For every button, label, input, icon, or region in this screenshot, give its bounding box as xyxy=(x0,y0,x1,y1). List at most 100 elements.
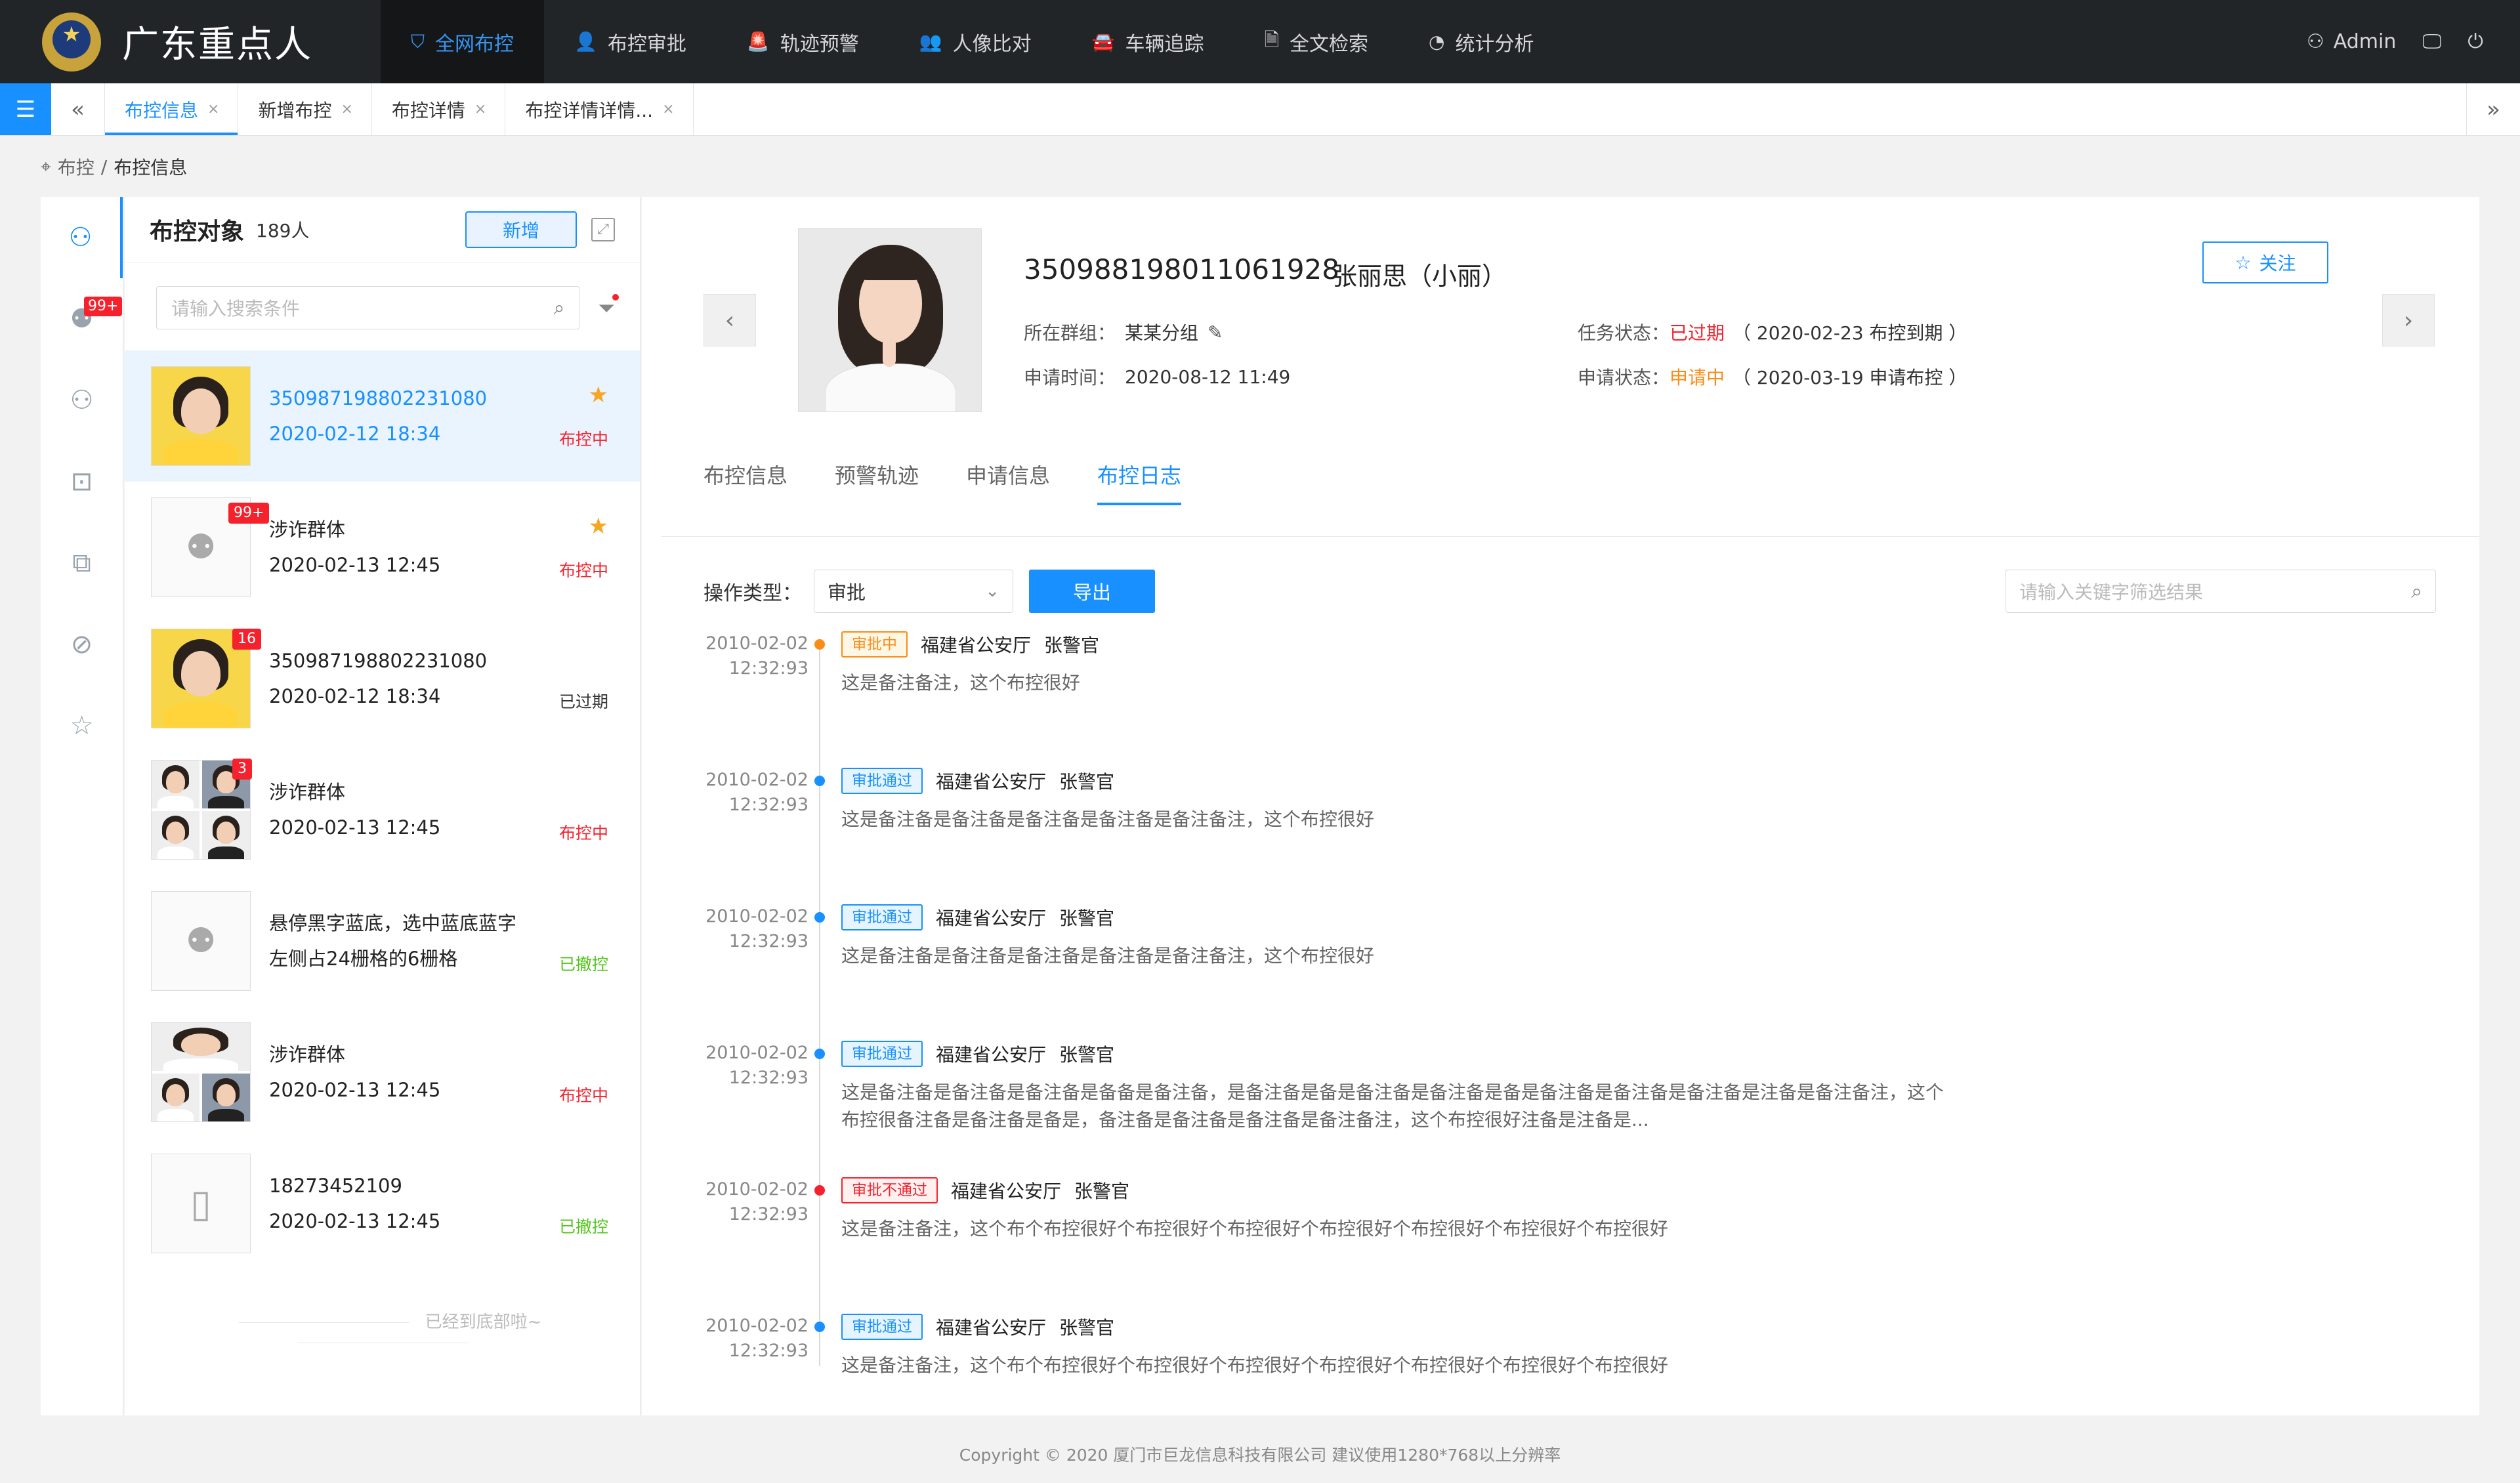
rail-item-group[interactable]: ⚉ 99+ xyxy=(41,278,123,360)
group-field: 所在群组： 某某分组 ✎ xyxy=(1024,319,1223,345)
power-icon[interactable]: ⏻ xyxy=(2468,30,2483,53)
avatar-group xyxy=(151,1022,251,1122)
tab-label: 布控详情详情... xyxy=(525,99,654,121)
tab-control-info[interactable]: 布控信息 xyxy=(704,459,788,505)
rail-item-person-star[interactable]: ⚇ xyxy=(41,360,123,441)
tab-label: 布控详情 xyxy=(391,99,465,121)
main-nav: ⛉ 全网布控 👤 布控审批 🚨 轨迹预警 👥 人像比对 🚘 车辆追踪 🗎 全文检… xyxy=(381,0,1564,83)
nav-item-track-alert[interactable]: 🚨 轨迹预警 xyxy=(717,0,889,83)
count-badge: 3 xyxy=(232,759,252,780)
list-search-input[interactable]: 请输入搜索条件 ⌕ xyxy=(156,286,580,329)
tab-control-info[interactable]: 布控信息 × xyxy=(105,83,239,135)
nav-item-label: 布控审批 xyxy=(607,32,686,56)
nav-item-approval[interactable]: 👤 布控审批 xyxy=(544,0,717,83)
breadcrumb-parent[interactable]: 布控 xyxy=(58,154,94,180)
tab-new-control[interactable]: 新增布控 × xyxy=(238,83,372,135)
operation-type-select[interactable]: 审批 ⌄ xyxy=(814,570,1013,613)
nav-item-vehicle-track[interactable]: 🚘 车辆追踪 xyxy=(1062,0,1234,83)
rail-item-blocked[interactable]: ⊘ xyxy=(41,604,123,685)
prev-arrow-icon[interactable]: ‹ xyxy=(704,294,756,346)
filter-icon[interactable]: ⏷ xyxy=(598,293,619,321)
status-tag: 审批通过 xyxy=(841,1314,923,1340)
export-button[interactable]: 导出 xyxy=(1029,570,1155,613)
list-header: 布控对象 189人 新增 ⤢ xyxy=(125,197,640,262)
person-icon: ⚇ xyxy=(68,222,93,253)
tab-control-detail[interactable]: 布控详情 × xyxy=(372,83,506,135)
control-target-list-panel: 布控对象 189人 新增 ⤢ 请输入搜索条件 ⌕ ⏷ 3509871988022… xyxy=(125,197,640,1415)
chevron-down-icon: ⌄ xyxy=(985,581,999,601)
list-item[interactable]: 16 350987198802231080 2020-02-12 18:34 已… xyxy=(125,613,640,744)
nav-item-network-control[interactable]: ⛉ 全网布控 xyxy=(381,0,545,83)
monitor-icon[interactable]: 🖵 xyxy=(2422,30,2441,53)
count-badge: 99+ xyxy=(228,503,270,524)
rail-item-person[interactable]: ⚇ xyxy=(41,197,123,278)
tab-control-log[interactable]: 布控日志 xyxy=(1097,459,1182,505)
menu-toggle-button[interactable]: ☰ xyxy=(0,83,51,135)
keyword-search-input[interactable]: 请输入关键字筛选结果 ⌕ xyxy=(2006,570,2436,613)
presentation-icon: ⊡ xyxy=(70,467,93,497)
close-icon[interactable]: × xyxy=(341,101,352,117)
brand[interactable]: 广东重点人 xyxy=(0,0,381,83)
status-badge: 布控中 xyxy=(558,430,608,449)
timeline-dot xyxy=(814,1185,825,1196)
avatar xyxy=(151,366,251,466)
next-arrow-icon[interactable]: › xyxy=(2382,294,2435,346)
app-title: 广东重点人 xyxy=(122,24,312,66)
list-item[interactable]: 3 涉诈群体 2020-02-13 12:45 布控中 xyxy=(125,744,640,875)
list-item[interactable]: ⚉ 99+ 涉诈群体 2020-02-13 12:45 ★ 布控中 xyxy=(125,482,640,613)
rail-item-monitor[interactable]: ⊡ xyxy=(41,441,123,522)
close-icon[interactable]: × xyxy=(662,101,674,117)
entry-org: 福建省公安厅 xyxy=(936,908,1047,929)
tab-apply-info[interactable]: 申请信息 xyxy=(966,459,1050,505)
list-item[interactable]: ▯ 18273452109 2020-02-13 12:45 已撤控 xyxy=(125,1138,640,1269)
list-item[interactable]: ⚉ 悬停黑字蓝底，选中蓝底蓝字 左侧占24栅格的6栅格 已撤控 xyxy=(125,875,640,1007)
tab-scroll-left-icon[interactable]: « xyxy=(51,83,105,135)
police-emblem-icon xyxy=(42,12,101,72)
entry-org: 福建省公安厅 xyxy=(951,1180,1062,1202)
profile-id-number: 350988198011061928 xyxy=(1024,253,1339,285)
group-value: 某某分组 xyxy=(1125,322,1199,344)
user-menu[interactable]: ⚇ Admin xyxy=(2307,30,2397,53)
entry-note: 这是备注备注，这个布控很好 xyxy=(841,672,1081,694)
entry-datetime: 2010-02-02 12:32:93 xyxy=(705,770,808,815)
list-item[interactable]: 350987198802231080 2020-02-12 18:34 ★ 布控… xyxy=(125,350,640,482)
star-filled-icon[interactable]: ★ xyxy=(589,513,608,539)
nav-item-label: 全文检索 xyxy=(1290,32,1369,56)
tab-control-detail-detail[interactable]: 布控详情详情... × xyxy=(505,83,694,135)
entry-note: 这是备注备注，这个布个布控很好个布控很好个布控很好个布控很好个布控很好个布控很好… xyxy=(841,1354,1669,1376)
forbidden-icon: ⊘ xyxy=(70,629,93,659)
count-badge: 16 xyxy=(232,629,261,650)
nav-item-label: 统计分析 xyxy=(1455,32,1534,56)
status-badge: 已撤控 xyxy=(558,955,608,974)
tab-scroll-right-icon[interactable]: » xyxy=(2466,83,2520,135)
tab-label: 布控信息 xyxy=(125,99,199,121)
detail-tabs: 布控信息 预警轨迹 申请信息 布控日志 xyxy=(704,459,1182,505)
nav-item-statistics[interactable]: ◔ 统计分析 xyxy=(1398,0,1564,83)
copy-icon: ⧉ xyxy=(72,548,91,578)
follow-button[interactable]: ☆ 关注 xyxy=(2202,241,2328,283)
list-item[interactable]: 涉诈群体 2020-02-13 12:45 布控中 xyxy=(125,1007,640,1138)
side-icon-rail: ⚇ ⚉ 99+ ⚇ ⊡ ⧉ ⊘ ☆ xyxy=(41,197,123,1415)
star-filled-icon[interactable]: ★ xyxy=(589,382,608,408)
tab-alert-track[interactable]: 预警轨迹 xyxy=(835,459,919,505)
profile-photo xyxy=(798,228,982,412)
apply-status-label: 申请状态： xyxy=(1578,367,1670,388)
nav-item-face-compare[interactable]: 👥 人像比对 xyxy=(889,0,1062,83)
entry-org: 福建省公安厅 xyxy=(921,635,1032,656)
rail-item-favorites[interactable]: ☆ xyxy=(41,685,123,766)
star-outline-icon: ☆ xyxy=(2235,251,2252,274)
timeline-dot xyxy=(814,1322,825,1332)
search-icon[interactable]: ⌕ xyxy=(2411,580,2422,603)
close-icon[interactable]: × xyxy=(474,101,486,117)
edit-icon[interactable]: ✎ xyxy=(1208,322,1223,343)
expand-icon[interactable]: ⤢ xyxy=(591,217,615,241)
count-badge: 99+ xyxy=(84,297,123,316)
search-icon[interactable]: ⌕ xyxy=(554,297,565,320)
select-value: 审批 xyxy=(828,581,866,604)
nav-item-fulltext-search[interactable]: 🗎 全文检索 xyxy=(1234,0,1399,83)
apply-status-field: 申请状态： 申请中 （ 2020-03-19 申请布控 ） xyxy=(1578,364,1967,390)
user-icon: ⚇ xyxy=(2306,30,2324,53)
close-icon[interactable]: × xyxy=(207,101,219,117)
rail-item-copy[interactable]: ⧉ xyxy=(41,522,123,604)
add-button[interactable]: 新增 xyxy=(465,211,577,248)
